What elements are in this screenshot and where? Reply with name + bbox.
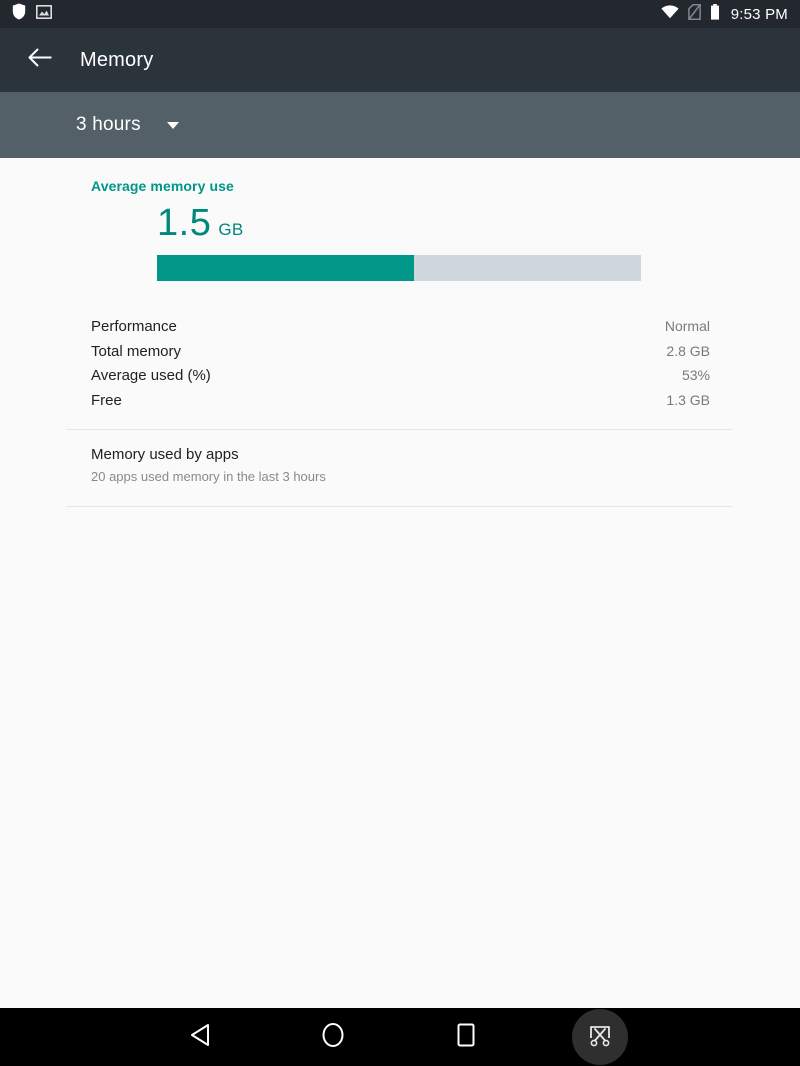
stat-label: Average used (%) [91, 367, 211, 384]
back-triangle-icon [189, 1023, 211, 1052]
image-icon [36, 4, 52, 24]
stat-label: Free [91, 391, 122, 409]
shield-icon [12, 3, 26, 25]
arrow-back-icon [28, 47, 53, 73]
recents-square-icon [457, 1023, 475, 1052]
nav-recents-button[interactable] [426, 1008, 506, 1066]
table-row: Free 1.3 GB [91, 392, 710, 417]
divider [66, 429, 733, 430]
status-bar-left-icons [12, 3, 52, 25]
average-memory-unit: GB [218, 220, 244, 239]
screenshot-scissors-icon [586, 1021, 614, 1054]
stat-label: Performance [91, 318, 177, 335]
memory-usage-bar [157, 255, 641, 281]
nav-back-button[interactable] [160, 1008, 240, 1066]
memory-used-by-apps-item[interactable]: Memory used by apps 20 apps used memory … [91, 446, 326, 484]
stat-value: Normal [664, 318, 710, 334]
navigation-bar [0, 1008, 800, 1066]
time-range-spinner[interactable]: 3 hours [76, 114, 179, 136]
nav-home-button[interactable] [293, 1008, 373, 1066]
average-memory-number: 1.5 [157, 202, 212, 244]
memory-stats-table: Performance Normal Total memory 2.8 GB A… [91, 318, 710, 416]
table-row: Total memory 2.8 GB [91, 343, 710, 368]
wifi-icon [661, 4, 679, 24]
memory-usage-bar-fill [157, 255, 414, 281]
average-memory-use-label: Average memory use [91, 178, 234, 194]
time-range-label: 3 hours [76, 114, 141, 135]
stat-value: 2.8 GB [666, 342, 710, 359]
status-bar: 9:53 PM [0, 0, 800, 28]
status-bar-right-icons: 9:53 PM [661, 3, 788, 25]
stat-value: 1.3 GB [666, 391, 710, 408]
memory-settings-screen: 9:53 PM Memory 3 hours Average memory us… [0, 0, 800, 1066]
app-bar: Memory [0, 28, 800, 92]
back-button[interactable] [12, 32, 68, 88]
chevron-down-icon [166, 121, 179, 129]
content-area: Average memory use 1.5 GB Performance No… [0, 158, 800, 1008]
home-circle-icon [321, 1022, 345, 1053]
page-title: Memory [80, 48, 154, 71]
table-row: Performance Normal [91, 318, 710, 343]
nav-screenshot-button[interactable] [560, 1008, 640, 1066]
memory-used-by-apps-subtitle: 20 apps used memory in the last 3 hours [91, 469, 326, 484]
status-bar-clock: 9:53 PM [730, 5, 788, 23]
battery-icon [710, 3, 720, 25]
table-row: Average used (%) 53% [91, 367, 710, 392]
stat-label: Total memory [91, 342, 182, 360]
screenshot-button-circle [572, 1009, 628, 1065]
stat-value: 53% [681, 367, 710, 383]
memory-used-by-apps-title: Memory used by apps [91, 446, 239, 463]
no-sim-icon [687, 3, 701, 25]
time-range-bar: 3 hours [0, 92, 800, 158]
average-memory-value: 1.5 GB [157, 204, 244, 242]
divider [66, 506, 733, 507]
